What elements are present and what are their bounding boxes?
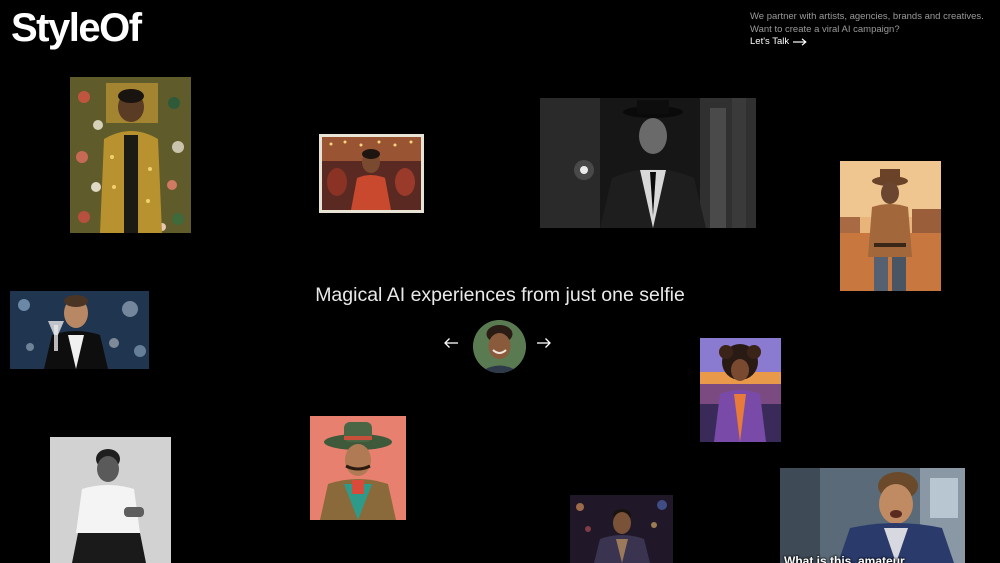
gallery-image-noir-portrait[interactable] — [540, 98, 756, 228]
lets-talk-label: Let's Talk — [750, 36, 790, 47]
partner-line-1: We partner with artists, agencies, brand… — [750, 11, 984, 22]
partner-blurb: We partner with artists, agencies, brand… — [750, 11, 995, 36]
brand-logo[interactable]: StyleOf — [11, 6, 142, 50]
gallery-image-sombrero-portrait[interactable] — [310, 416, 406, 520]
gallery-image-cowboy-portrait[interactable] — [840, 161, 941, 291]
gallery-image-city-night-portrait[interactable] — [570, 495, 673, 563]
gallery-image-bw-studio-portrait[interactable] — [50, 437, 171, 563]
movie-caption: What is this, amateur — [784, 554, 905, 563]
landing-page: StyleOf We partner with artists, agencie… — [0, 0, 1000, 563]
next-style-button[interactable] — [536, 337, 558, 357]
arrow-left-icon — [443, 337, 465, 349]
gallery-image-afro-painting-portrait[interactable] — [700, 338, 781, 442]
gallery-image-movie-scene[interactable]: What is this, amateur — [780, 468, 965, 563]
gallery-image-klimt-portrait[interactable] — [70, 77, 191, 233]
arrow-right-icon — [793, 37, 807, 46]
prev-style-button[interactable] — [443, 337, 465, 357]
partner-line-2: Want to create a viral AI campaign? — [750, 23, 900, 35]
selfie-selector — [440, 320, 560, 374]
lets-talk-link[interactable]: Let's Talk — [750, 36, 807, 47]
arrow-right-icon — [536, 337, 558, 349]
gallery-image-party-polaroid[interactable] — [319, 134, 424, 213]
selfie-avatar[interactable] — [473, 320, 526, 373]
hero-headline: Magical AI experiences from just one sel… — [315, 284, 685, 306]
